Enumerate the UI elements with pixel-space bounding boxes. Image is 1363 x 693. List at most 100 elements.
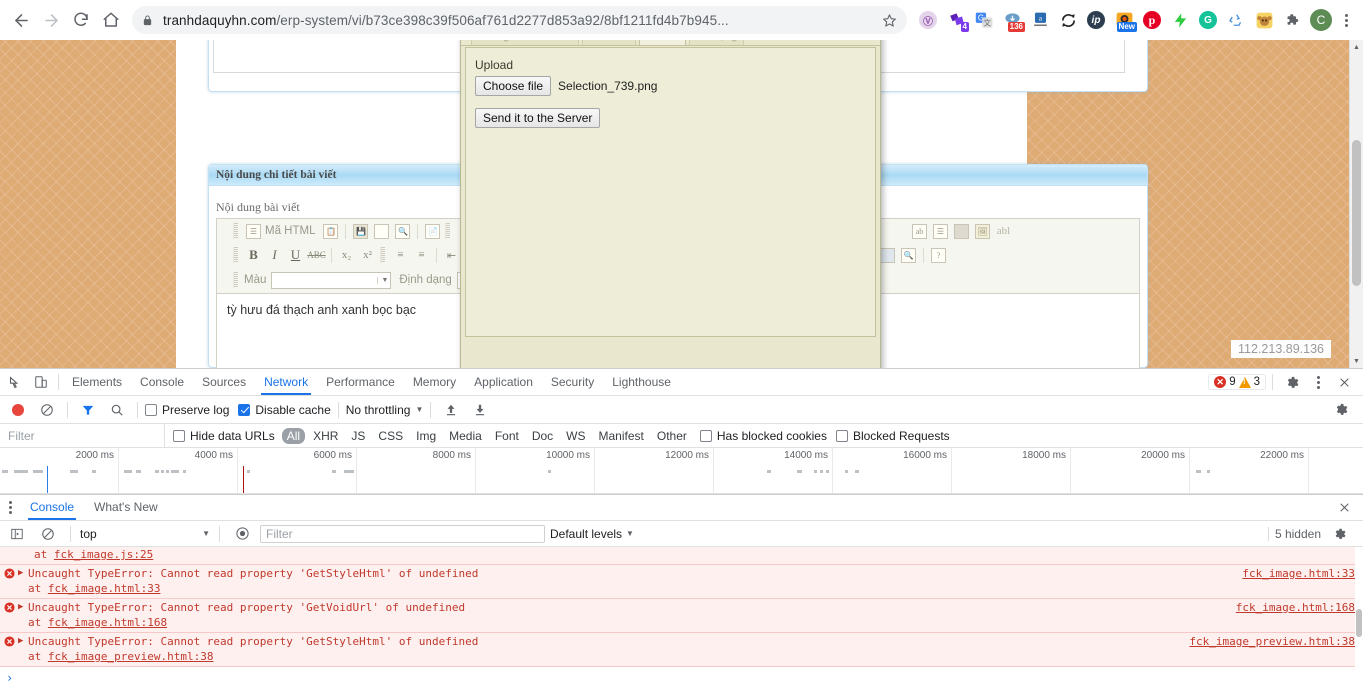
extension-icon-recycle[interactable] bbox=[1223, 7, 1249, 33]
console-messages[interactable]: at fck_image.js:25 ▶ Uncaught TypeError:… bbox=[0, 547, 1363, 693]
expand-arrow-icon[interactable]: ▶ bbox=[18, 634, 28, 646]
source-icon[interactable]: ☰ bbox=[243, 221, 264, 241]
console-error-row-2[interactable]: ▶ Uncaught TypeError: Cannot read proper… bbox=[0, 599, 1363, 633]
type-filter-xhr[interactable]: XHR bbox=[308, 428, 343, 444]
network-settings-icon[interactable] bbox=[1328, 397, 1354, 423]
button-icon[interactable] bbox=[951, 221, 972, 241]
dialog-tab-advanced[interactable]: Mở rộng bbox=[688, 40, 745, 45]
blocked-requests-checkbox[interactable]: Blocked Requests bbox=[835, 429, 950, 443]
subscript-icon[interactable]: x₂ bbox=[336, 245, 357, 265]
console-error-row-1[interactable]: ▶ Uncaught TypeError: Cannot read proper… bbox=[0, 565, 1363, 599]
superscript-icon[interactable]: x² bbox=[357, 245, 378, 265]
underline-icon[interactable]: U bbox=[285, 245, 306, 265]
type-filter-ws[interactable]: WS bbox=[561, 428, 590, 444]
extension-icon-screenshot[interactable]: New bbox=[1111, 7, 1137, 33]
clear-console-icon[interactable] bbox=[35, 521, 61, 547]
page-scrollbar-thumb[interactable] bbox=[1352, 140, 1361, 286]
spellcheck-icon[interactable]: ab bbox=[909, 221, 930, 241]
drawer-tab-console[interactable]: Console bbox=[20, 495, 84, 520]
tab-network[interactable]: Network bbox=[255, 369, 317, 395]
device-toolbar-icon[interactable] bbox=[28, 369, 54, 395]
drawer-more-icon[interactable] bbox=[0, 501, 20, 514]
console-filter-input[interactable]: Filter bbox=[260, 524, 545, 543]
type-filter-css[interactable]: CSS bbox=[373, 428, 408, 444]
italic-icon[interactable]: I bbox=[264, 245, 285, 265]
scroll-down-arrow-icon[interactable]: ▼ bbox=[1350, 354, 1363, 368]
clear-network-icon[interactable] bbox=[34, 397, 60, 423]
tab-memory[interactable]: Memory bbox=[404, 369, 465, 395]
dialog-tab-upload[interactable]: Tải lên bbox=[638, 40, 686, 45]
type-filter-media[interactable]: Media bbox=[444, 428, 487, 444]
tab-application[interactable]: Application bbox=[465, 369, 542, 395]
disable-cache-checkbox[interactable]: Disable cache bbox=[238, 403, 331, 417]
console-scrollbar[interactable] bbox=[1355, 547, 1363, 693]
home-button[interactable] bbox=[96, 5, 126, 35]
extension-icon-monkey[interactable] bbox=[1251, 7, 1277, 33]
console-stack-link-1[interactable]: fck_image.html:33 bbox=[48, 582, 161, 595]
hide-data-urls-checkbox[interactable]: Hide data URLs bbox=[173, 429, 275, 443]
network-overview-timeline[interactable]: 2000 ms 4000 ms 6000 ms 8000 ms 10000 ms… bbox=[0, 448, 1363, 494]
console-stack-link-2[interactable]: fck_image.html:168 bbox=[48, 616, 167, 629]
color-select[interactable]: ▼ bbox=[271, 271, 392, 289]
extension-icon-amazon-assistant[interactable]: a bbox=[1027, 7, 1053, 33]
console-source-link-1[interactable]: fck_image.html:33 bbox=[1242, 567, 1355, 580]
hide-data-urls-box[interactable] bbox=[173, 429, 185, 442]
console-error-row-3[interactable]: ▶ Uncaught TypeError: Cannot read proper… bbox=[0, 633, 1363, 667]
send-to-server-button[interactable]: Send it to the Server bbox=[475, 108, 601, 128]
find-icon[interactable]: 🔍 bbox=[898, 245, 919, 265]
has-blocked-cookies-checkbox[interactable]: Has blocked cookies bbox=[699, 429, 827, 443]
extension-icon-lastpass[interactable]: Ⓥ bbox=[915, 7, 941, 33]
unordered-list-icon[interactable]: ≡ bbox=[411, 245, 432, 265]
templates-icon[interactable]: 📄 bbox=[422, 221, 443, 241]
hidden-messages-count[interactable]: 5 hidden bbox=[1275, 527, 1321, 541]
expand-arrow-icon[interactable]: ▶ bbox=[18, 600, 28, 612]
inspect-element-icon[interactable] bbox=[2, 369, 28, 395]
form-icon[interactable]: ☰ bbox=[930, 221, 951, 241]
text-field-icon[interactable]: abl bbox=[993, 221, 1014, 241]
extension-icon-grammarly[interactable]: G bbox=[1195, 7, 1221, 33]
save-icon[interactable]: 💾 bbox=[350, 221, 371, 241]
console-message-continuation[interactable]: at fck_image.js:25 bbox=[0, 547, 1363, 565]
blocked-requests-box[interactable] bbox=[835, 429, 848, 442]
record-button[interactable] bbox=[5, 397, 31, 423]
extension-icon-ip-checker[interactable]: ip bbox=[1083, 7, 1109, 33]
profile-avatar[interactable]: C bbox=[1307, 7, 1335, 33]
choose-file-button[interactable]: Choose file bbox=[475, 76, 552, 96]
toolbar-grip-5[interactable] bbox=[233, 272, 238, 288]
toolbar-grip[interactable] bbox=[233, 223, 238, 239]
type-filter-font[interactable]: Font bbox=[490, 428, 524, 444]
search-icon[interactable] bbox=[104, 397, 130, 423]
tab-sources[interactable]: Sources bbox=[193, 369, 255, 395]
console-stack-link-3[interactable]: fck_image_preview.html:38 bbox=[48, 650, 214, 663]
outdent-icon[interactable]: ⇤ bbox=[441, 245, 462, 265]
preview-icon[interactable]: 🔍 bbox=[392, 221, 413, 241]
chrome-menu-button[interactable] bbox=[1335, 13, 1357, 27]
more-options-icon[interactable] bbox=[1307, 375, 1329, 389]
tab-performance[interactable]: Performance bbox=[317, 369, 404, 395]
toolbar-grip-4[interactable] bbox=[380, 247, 385, 263]
extension-icon-evernote[interactable]: 4 bbox=[943, 7, 969, 33]
drawer-tab-whats-new[interactable]: What's New bbox=[84, 495, 168, 520]
source-label[interactable]: Mã HTML bbox=[264, 225, 320, 237]
toolbar-grip-2[interactable] bbox=[445, 223, 451, 239]
expand-arrow-icon[interactable]: ▶ bbox=[18, 566, 28, 578]
forward-button[interactable] bbox=[36, 5, 66, 35]
extension-icon-sync[interactable] bbox=[1055, 7, 1081, 33]
console-scrollbar-thumb[interactable] bbox=[1356, 609, 1362, 637]
type-filter-manifest[interactable]: Manifest bbox=[594, 428, 649, 444]
strikethrough-icon[interactable]: ABC bbox=[306, 245, 327, 265]
close-icon[interactable] bbox=[1331, 369, 1357, 395]
scroll-up-arrow-icon[interactable]: ▲ bbox=[1350, 40, 1363, 54]
drawer-close-icon[interactable] bbox=[1331, 495, 1357, 521]
extension-icon-google-translate[interactable]: G文 bbox=[971, 7, 997, 33]
reload-button[interactable] bbox=[66, 5, 96, 35]
bold-icon[interactable]: B bbox=[243, 245, 264, 265]
new-page-icon[interactable] bbox=[371, 221, 392, 241]
disable-cache-box[interactable] bbox=[238, 403, 251, 416]
toolbar-grip-3[interactable] bbox=[233, 247, 238, 263]
network-filter-input[interactable]: Filter bbox=[0, 424, 165, 447]
console-source-link-3[interactable]: fck_image_preview.html:38 bbox=[1189, 635, 1355, 648]
dialog-tab-link[interactable]: Liên Kết bbox=[581, 40, 636, 45]
export-har-icon[interactable] bbox=[467, 397, 493, 423]
execution-context-select[interactable]: top ▼ bbox=[80, 527, 210, 541]
